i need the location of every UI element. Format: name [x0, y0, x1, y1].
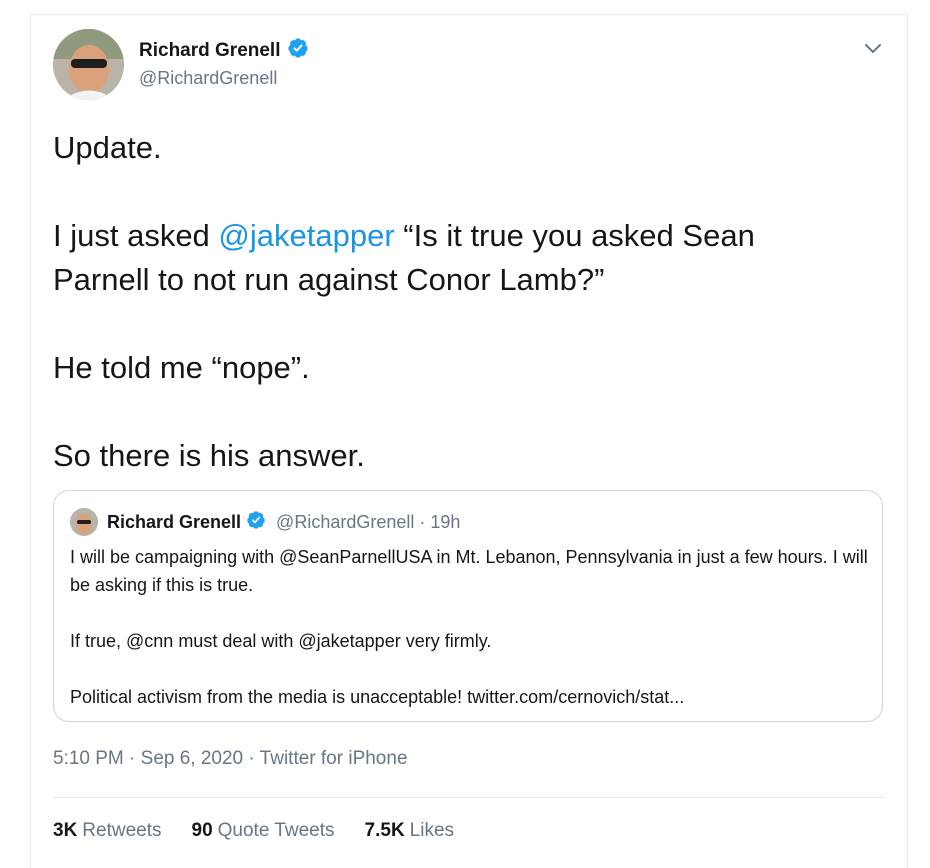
- quoted-paragraph: Political activism from the media is una…: [70, 687, 685, 707]
- quote-tweets-label: Quote Tweets: [217, 820, 335, 841]
- retweets-label: Retweets: [82, 820, 162, 841]
- mention-link-jaketapper[interactable]: @jaketapper: [218, 218, 394, 253]
- chevron-down-icon[interactable]: [862, 37, 884, 59]
- quoted-tweet-text: I will be campaigning with @SeanParnellU…: [70, 543, 870, 711]
- tweet-line-answer: So there is his answer.: [53, 438, 365, 473]
- likes-stat[interactable]: 7.5K Likes: [365, 820, 455, 842]
- likes-label: Likes: [409, 820, 455, 841]
- author-name-row: Richard Grenell: [139, 37, 309, 64]
- author-handle[interactable]: @RichardGrenell: [139, 68, 277, 89]
- quote-tweets-count: 90: [191, 820, 213, 841]
- quoted-handle-time: @RichardGrenell · 19h: [276, 511, 461, 532]
- tweet-timestamp-source[interactable]: 5:10 PM · Sep 6, 2020 · Twitter for iPho…: [53, 748, 408, 770]
- quoted-paragraph: If true, @cnn must deal with @jaketapper…: [70, 631, 492, 651]
- tweet-text: Update. I just asked @jaketapper “Is it …: [53, 126, 853, 478]
- retweets-count: 3K: [53, 820, 78, 841]
- quoted-paragraph: I will be campaigning with @SeanParnellU…: [70, 547, 868, 595]
- quoted-author-name: Richard Grenell: [107, 511, 242, 532]
- avatar[interactable]: [53, 29, 124, 100]
- tweet-line-question: I just asked @jaketapper “Is it true you…: [53, 214, 853, 302]
- engagement-stats: 3K Retweets 90 Quote Tweets 7.5K Likes: [53, 820, 454, 842]
- retweets-stat[interactable]: 3K Retweets: [53, 820, 162, 842]
- verified-badge-icon: [287, 37, 309, 64]
- verified-badge-icon: [246, 510, 266, 535]
- likes-count: 7.5K: [364, 820, 405, 841]
- quoted-tweet[interactable]: Richard Grenell @RichardGrenell · 19h I …: [53, 490, 883, 722]
- tweet-text-segment: I just asked: [53, 218, 219, 253]
- author-name[interactable]: Richard Grenell: [139, 40, 281, 62]
- quoted-avatar: [70, 508, 98, 536]
- quote-tweets-stat[interactable]: 90 Quote Tweets: [192, 820, 335, 842]
- divider: [53, 797, 885, 798]
- tweet-line-update: Update.: [53, 130, 162, 165]
- tweet-line-reply: He told me “nope”.: [53, 350, 310, 385]
- quoted-tweet-header: Richard Grenell @RichardGrenell · 19h: [70, 508, 460, 536]
